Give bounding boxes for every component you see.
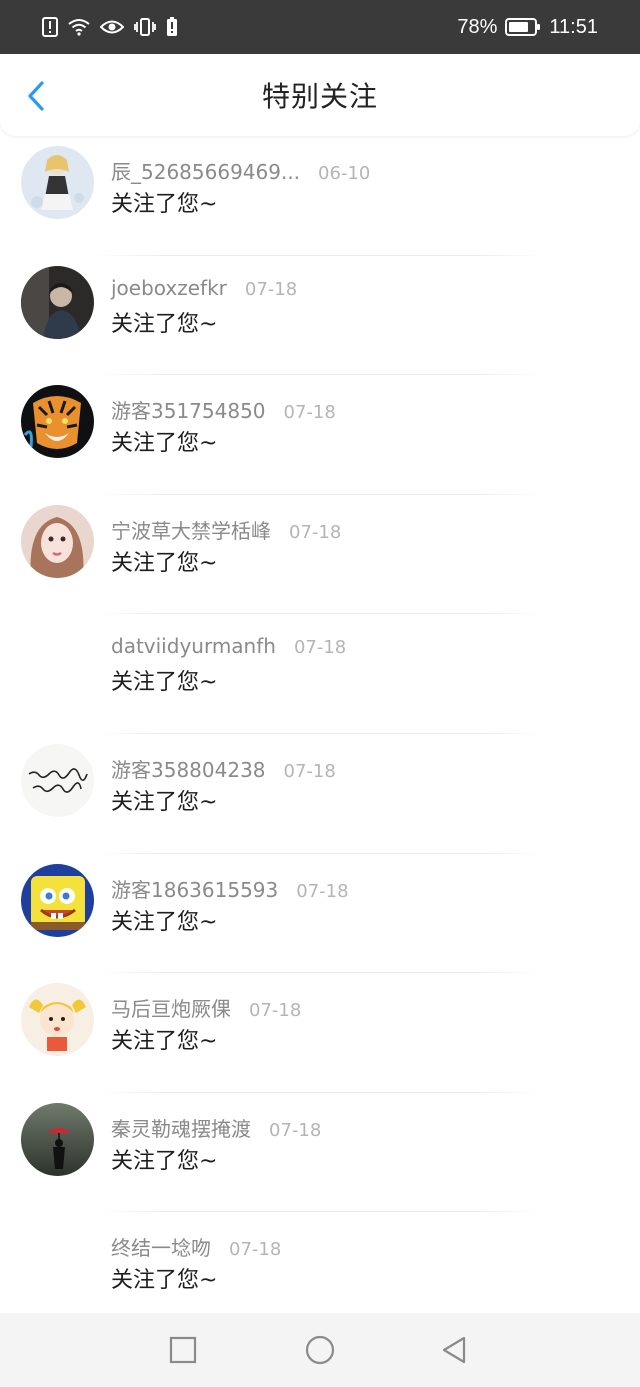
item-info: 马后亘炮厥倮 07-18 关注了您~ xyxy=(111,993,301,1055)
user-name[interactable]: datviidyurmanfh xyxy=(111,634,276,658)
item-info: 游客351754850 07-18 关注了您~ xyxy=(111,395,336,457)
list-item[interactable]: 秦灵勒魂摆掩渡 07-18 关注了您~ xyxy=(0,1093,640,1213)
item-message: 关注了您~ xyxy=(111,670,218,696)
list-item[interactable]: 宁波草大禁学栝峰 07-18 关注了您~ xyxy=(0,495,640,615)
status-icons-right: 78% 11:51 xyxy=(457,16,598,39)
recents-button[interactable] xyxy=(168,1335,198,1365)
item-message: 关注了您~ xyxy=(111,192,218,217)
list-item[interactable]: datviidyurmanfh 07-18 关注了您~ xyxy=(0,614,640,734)
vibrate-icon xyxy=(134,18,156,36)
list-item[interactable]: 游客1863615593 07-18 关注了您~ xyxy=(0,854,640,974)
item-info: joeboxzefkr 07-18 关注了您~ xyxy=(111,276,297,338)
item-info: 游客358804238 07-18 关注了您~ xyxy=(111,754,336,816)
item-date: 07-18 xyxy=(269,1119,322,1141)
avatar[interactable] xyxy=(21,146,94,219)
item-date: 07-18 xyxy=(293,637,347,659)
item-message: 关注了您~ xyxy=(111,1268,218,1294)
follow-list: 辰_52685669469... 06-10 关注了您~ joeboxzefkr… xyxy=(0,136,640,1332)
item-message: 关注了您~ xyxy=(111,1029,218,1055)
triangle-back-icon xyxy=(442,1336,466,1364)
item-info: 游客1863615593 07-18 关注了您~ xyxy=(111,874,349,936)
chevron-left-icon xyxy=(28,81,44,111)
item-message: 关注了您~ xyxy=(111,1148,218,1174)
item-message: 关注了您~ xyxy=(111,550,218,576)
list-item[interactable]: 马后亘炮厥倮 07-18 关注了您~ xyxy=(0,973,640,1093)
avatar[interactable] xyxy=(21,863,94,937)
battery-percent: 78% xyxy=(457,15,498,38)
user-name[interactable]: 游客358804238 xyxy=(111,754,266,783)
item-date: 07-18 xyxy=(229,1239,282,1261)
user-name[interactable]: 终结一埝吻 xyxy=(111,1232,211,1261)
back-nav-button[interactable] xyxy=(440,1335,470,1365)
header-bar: 特别关注 xyxy=(0,54,640,136)
list-item[interactable]: 游客351754850 07-18 关注了您~ xyxy=(0,375,640,495)
item-info: 辰_52685669469... 06-10 关注了您~ xyxy=(111,156,370,218)
user-name[interactable]: 辰_52685669469... xyxy=(111,156,300,185)
home-button[interactable] xyxy=(304,1335,335,1365)
user-name[interactable]: 宁波草大禁学栝峰 xyxy=(111,515,271,544)
circle-icon xyxy=(305,1335,335,1365)
avatar[interactable] xyxy=(21,504,94,578)
avatar[interactable] xyxy=(21,743,94,817)
item-message: 关注了您~ xyxy=(111,789,218,815)
item-info: datviidyurmanfh 07-18 关注了您~ xyxy=(111,634,346,696)
user-name[interactable]: 马后亘炮厥倮 xyxy=(111,993,231,1022)
status-bar: 78% 11:51 xyxy=(0,0,640,54)
list-item[interactable]: joeboxzefkr 07-18 关注了您~ xyxy=(0,256,640,376)
user-name[interactable]: 秦灵勒魂摆掩渡 xyxy=(111,1113,251,1142)
item-date: 07-18 xyxy=(283,760,336,782)
battery-saver-icon xyxy=(167,17,177,36)
item-info: 终结一埝吻 07-18 关注了您~ xyxy=(111,1232,281,1294)
back-button[interactable] xyxy=(20,80,52,112)
item-date: 07-18 xyxy=(296,880,349,902)
system-nav-bar xyxy=(0,1313,640,1387)
eye-icon xyxy=(100,20,124,34)
item-info: 秦灵勒魂摆掩渡 07-18 关注了您~ xyxy=(111,1113,321,1175)
item-message: 关注了您~ xyxy=(111,909,218,935)
item-date: 06-10 xyxy=(318,163,371,184)
user-name[interactable]: 游客1863615593 xyxy=(111,874,278,903)
battery-icon xyxy=(505,17,541,37)
status-icons-left xyxy=(42,17,178,37)
user-name[interactable]: joeboxzefkr xyxy=(111,276,227,300)
item-message: 关注了您~ xyxy=(111,311,218,337)
wifi-icon xyxy=(68,19,90,36)
item-date: 07-18 xyxy=(244,278,298,300)
avatar[interactable] xyxy=(21,385,94,459)
list-item[interactable]: 辰_52685669469... 06-10 关注了您~ xyxy=(0,136,640,256)
avatar[interactable] xyxy=(21,1102,94,1176)
clock: 11:51 xyxy=(549,15,598,38)
list-item[interactable]: 游客358804238 07-18 关注了您~ xyxy=(0,734,640,854)
avatar[interactable] xyxy=(21,983,94,1057)
square-icon xyxy=(169,1336,197,1364)
item-info: 宁波草大禁学栝峰 07-18 关注了您~ xyxy=(111,515,341,577)
user-name[interactable]: 游客351754850 xyxy=(111,395,266,424)
page-title: 特别关注 xyxy=(261,80,378,113)
item-date: 07-18 xyxy=(249,1000,302,1022)
item-message: 关注了您~ xyxy=(111,431,218,457)
item-date: 07-18 xyxy=(283,402,336,424)
item-date: 07-18 xyxy=(289,521,342,543)
alert-icon xyxy=(42,17,58,37)
avatar[interactable] xyxy=(21,265,94,339)
